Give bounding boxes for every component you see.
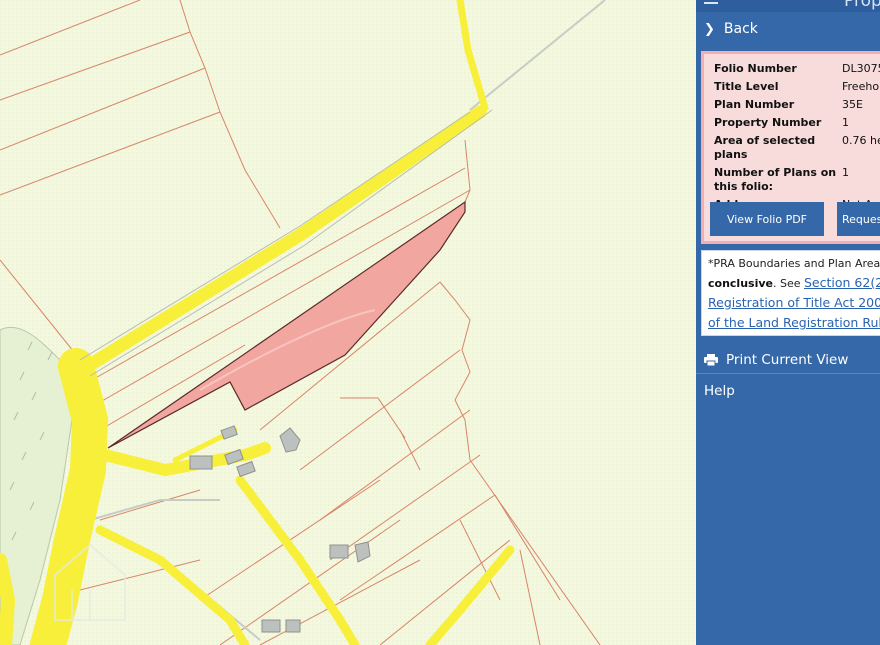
- help-button[interactable]: Help: [696, 377, 880, 405]
- row-value: 1: [842, 166, 849, 179]
- row-label: Number of Plans on this folio:: [714, 166, 837, 193]
- land-rules-link[interactable]: of the Land Registration Rule: [708, 315, 880, 330]
- disclaimer-bold: conclusive: [708, 277, 773, 290]
- registration-act-link[interactable]: Registration of Title Act 2006: [708, 295, 880, 310]
- map-canvas[interactable]: [0, 0, 696, 645]
- print-label: Print Current View: [726, 351, 849, 368]
- back-button[interactable]: ❯ Back: [696, 12, 880, 46]
- row-label: Area of selected plans: [714, 134, 816, 161]
- folio-row: Title Level Freehold: [714, 78, 880, 96]
- row-label: Property Number: [714, 116, 822, 129]
- disclaimer-line: *PRA Boundaries and Plan Area: [708, 257, 880, 270]
- folio-row: Number of Plans on this folio: 1: [714, 164, 880, 196]
- folio-row: Property Number 1: [714, 114, 880, 132]
- disclaimer-line: Registration of Title Act 2006: [708, 293, 880, 313]
- row-value: Freehold: [842, 80, 880, 93]
- row-value: DL30752: [842, 62, 880, 75]
- row-value: 0.76 hec: [842, 134, 880, 147]
- map-view[interactable]: [0, 0, 696, 645]
- folio-row: Area of selected plans 0.76 hec: [714, 132, 880, 164]
- row-value: 1: [842, 116, 849, 129]
- folio-row: Plan Number 35E: [714, 96, 880, 114]
- folio-details-box: Folio Number DL30752 Title Level Freehol…: [701, 51, 880, 244]
- row-label: Title Level: [714, 80, 779, 93]
- back-label: Back: [723, 21, 758, 37]
- panel-title: Prop: [844, 0, 880, 11]
- disclaimer-box: *PRA Boundaries and Plan Area conclusive…: [701, 250, 880, 336]
- hamburger-icon[interactable]: [704, 0, 718, 4]
- folio-details-table: Folio Number DL30752 Title Level Freehol…: [714, 60, 880, 214]
- request-button[interactable]: Reques: [837, 202, 880, 236]
- panel-header: Prop: [696, 0, 880, 12]
- row-value: 35E: [842, 98, 863, 111]
- disclaimer-see: . See: [772, 277, 804, 290]
- road-west-edge: [0, 553, 16, 645]
- row-label: Folio Number: [714, 62, 797, 75]
- property-panel: Prop ❯ Back Folio Number DL30752 Title L…: [696, 0, 880, 645]
- section-link[interactable]: Section 62(2): [804, 275, 880, 290]
- help-label: Help: [704, 383, 735, 399]
- disclaimer-line: conclusive. See Section 62(2): [708, 273, 880, 293]
- view-folio-pdf-button[interactable]: View Folio PDF: [710, 202, 824, 236]
- print-current-view-button[interactable]: Print Current View: [696, 346, 880, 374]
- chevron-right-icon: ❯: [704, 21, 715, 37]
- printer-icon: [704, 353, 718, 366]
- row-label: Plan Number: [714, 98, 795, 111]
- folio-row: Folio Number DL30752: [714, 60, 880, 78]
- disclaimer-line: of the Land Registration Rule: [708, 313, 880, 333]
